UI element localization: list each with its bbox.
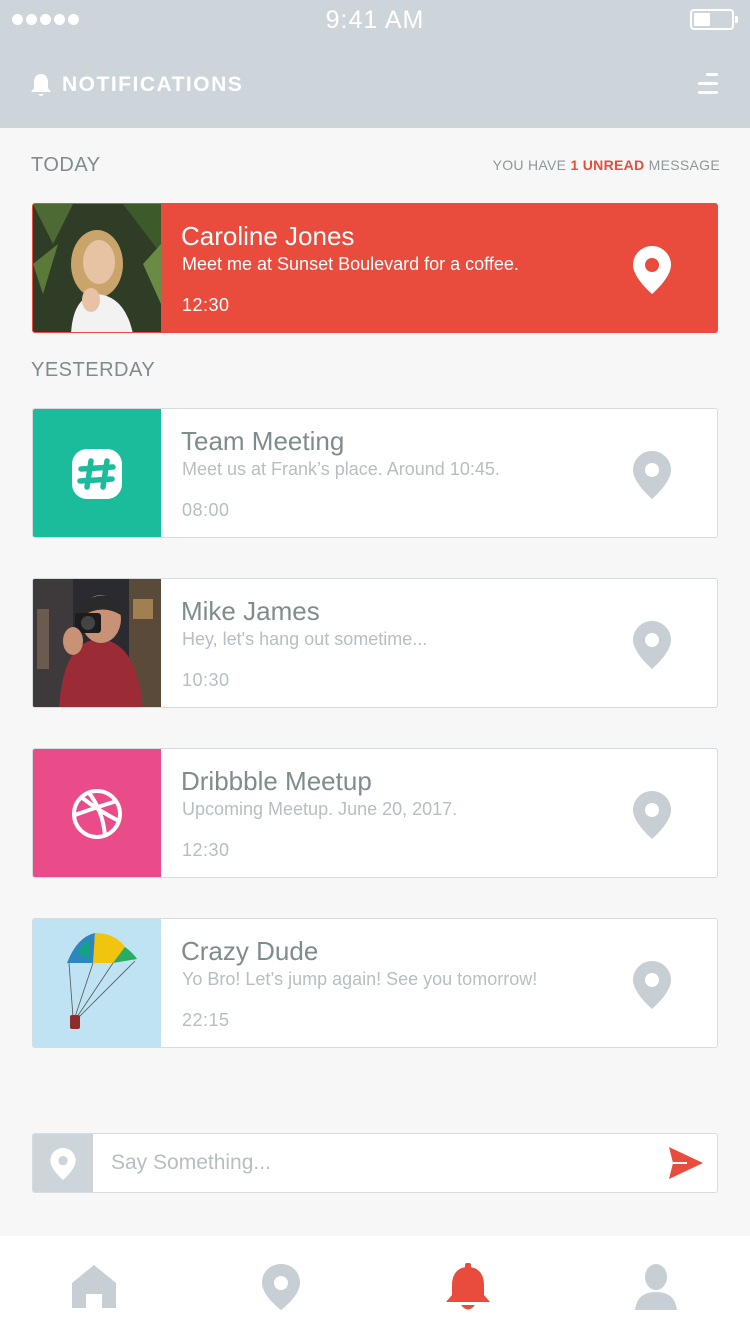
battery-icon <box>690 9 738 30</box>
slack-icon <box>33 409 161 537</box>
notification-message: Yo Bro! Let’s jump again! See you tomorr… <box>182 969 538 989</box>
location-pin-icon[interactable] <box>633 961 671 1009</box>
unread-count: 1 UNREAD <box>570 157 645 173</box>
location-pin-icon <box>50 1148 76 1180</box>
user-icon[interactable] <box>631 1262 681 1312</box>
location-pin-icon[interactable] <box>633 451 671 499</box>
app-header: NOTIFICATIONS <box>0 40 750 128</box>
notification-title: Dribbble Meetup <box>181 766 372 796</box>
menu-icon[interactable] <box>696 73 718 95</box>
compose-bar <box>32 1133 718 1193</box>
home-icon[interactable] <box>69 1262 119 1312</box>
notification-title: Crazy Dude <box>181 936 319 966</box>
section-label-today: TODAY <box>31 154 101 176</box>
unread-suffix: MESSAGE <box>648 157 720 173</box>
bell-icon[interactable] <box>443 1262 493 1312</box>
notification-title: Mike James <box>181 596 320 626</box>
avatar <box>33 204 161 332</box>
notification-card[interactable]: Caroline Jones Meet me at Sunset Bouleva… <box>32 203 718 333</box>
location-pin-icon[interactable] <box>633 621 671 669</box>
notification-message: Meet us at Frank’s place. Around 10:45. <box>182 459 500 479</box>
message-input[interactable] <box>93 1134 653 1192</box>
bell-icon <box>31 74 51 96</box>
notification-message: Hey, let's hang out sometime... <box>182 629 428 649</box>
avatar <box>33 579 161 707</box>
notification-time: 12:30 <box>182 295 230 315</box>
dribbble-icon <box>33 749 161 877</box>
notification-time: 22:15 <box>182 1010 230 1030</box>
location-pin-icon[interactable] <box>633 791 671 839</box>
status-bar: 9:41 AM <box>0 0 750 40</box>
notification-title: Caroline Jones <box>181 221 355 251</box>
avatar <box>33 919 161 1047</box>
compose-location-button[interactable] <box>33 1134 93 1192</box>
section-label-yesterday: YESTERDAY <box>31 359 156 381</box>
notification-message: Meet me at Sunset Boulevard for a coffee… <box>182 254 519 274</box>
notification-card[interactable]: Mike James Hey, let's hang out sometime.… <box>32 578 718 708</box>
tab-bar <box>0 1236 750 1334</box>
notification-card[interactable]: Team Meeting Meet us at Frank’s place. A… <box>32 408 718 538</box>
notification-title: Team Meeting <box>181 426 345 456</box>
send-icon[interactable] <box>669 1147 703 1179</box>
notification-card[interactable]: Dribbble Meetup Upcoming Meetup. June 20… <box>32 748 718 878</box>
unread-prefix: YOU HAVE <box>492 157 567 173</box>
notification-time: 12:30 <box>182 840 230 860</box>
notification-card[interactable]: Crazy Dude Yo Bro! Let’s jump again! See… <box>32 918 718 1048</box>
location-pin-icon[interactable] <box>256 1262 306 1312</box>
notification-time: 08:00 <box>182 500 230 520</box>
status-time: 9:41 AM <box>325 6 425 34</box>
unread-counter: YOU HAVE 1 UNREAD MESSAGE <box>493 157 720 173</box>
location-pin-icon[interactable] <box>633 246 671 294</box>
notification-time: 10:30 <box>182 670 230 690</box>
notification-message: Upcoming Meetup. June 20, 2017. <box>182 799 458 819</box>
page-title: NOTIFICATIONS <box>62 73 244 96</box>
